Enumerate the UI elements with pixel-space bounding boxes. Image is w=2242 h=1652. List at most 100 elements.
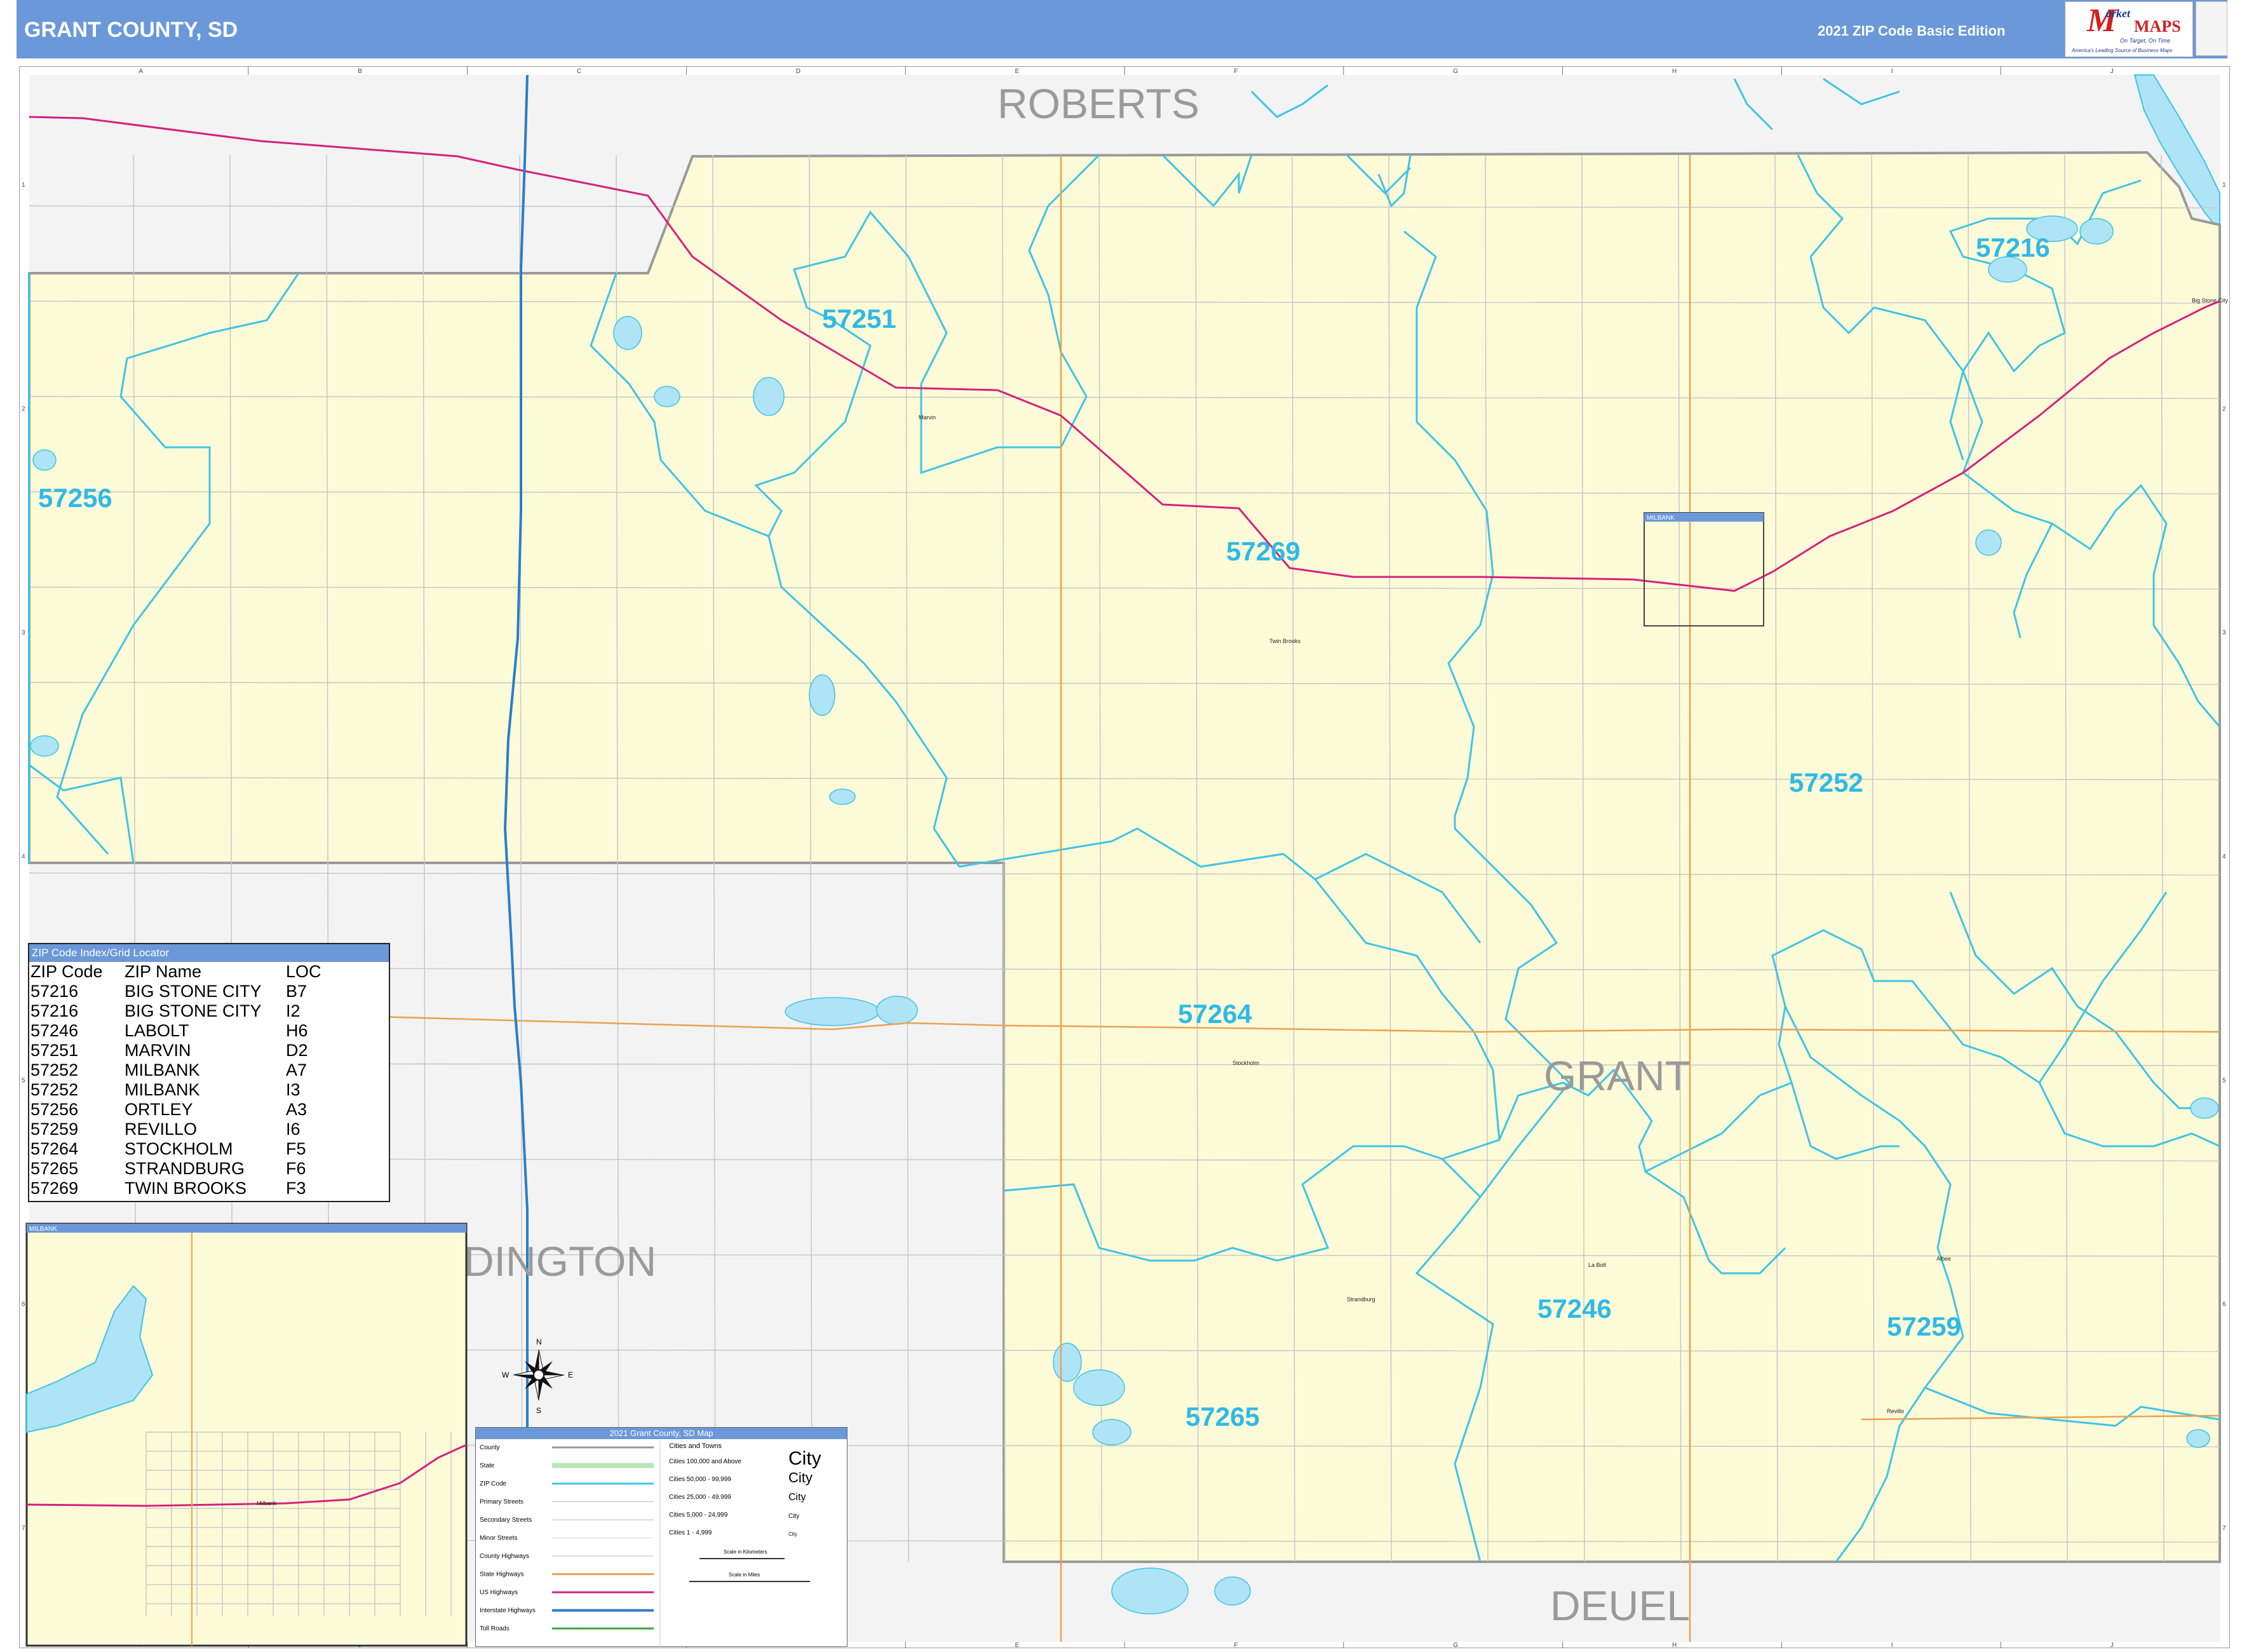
svg-text:N: N [536, 1337, 542, 1346]
svg-text:Milbank: Milbank [257, 1500, 277, 1506]
legend-city-sample: City [788, 1531, 797, 1537]
zip-index-header-row: ZIP Code ZIP Name LOC [30, 962, 321, 981]
zip-label-57259: 57259 [1887, 1311, 1961, 1341]
zip-index-table: ZIP Code Index/Grid Locator ZIP Code ZIP… [28, 943, 390, 1202]
legend-item: County [480, 1444, 500, 1451]
legend-city-sample: City [788, 1513, 799, 1520]
grid-col-label: G [1453, 68, 1458, 75]
county-label-codington: DINGTON [464, 1238, 656, 1285]
legend-item: State Highways [480, 1571, 523, 1578]
grid-row-label: 7 [2222, 1525, 2226, 1532]
grid-row-label: 2 [2222, 405, 2226, 412]
grid-row-label: 3 [2222, 630, 2226, 637]
town-stockholm: Stockholm [1232, 1060, 1259, 1066]
map-title: GRANT COUNTY, SD [24, 18, 238, 42]
grid-col-label: E [1015, 1642, 1020, 1648]
grid-col-label: C [577, 68, 581, 75]
county-label-grant: GRANT [1544, 1052, 1691, 1099]
town-revillo: Revillo [1887, 1408, 1904, 1414]
legend-city-tier: Cities 1 - 4,999 [669, 1529, 712, 1536]
contact-box [2196, 1, 2227, 56]
grid-row-label: 1 [2222, 182, 2226, 189]
legend-cities-title: Cities and Towns [669, 1442, 722, 1450]
svg-text:E: E [568, 1371, 573, 1379]
grid-col-label: J [2110, 1642, 2114, 1648]
zip-label-57251: 57251 [822, 304, 896, 334]
svg-text:Scale in Kilometers: Scale in Kilometers [724, 1549, 767, 1555]
milbank-inset-label: MILBANK [1647, 515, 1675, 522]
county-label-deuel: DEUEL [1550, 1582, 1690, 1629]
milbank-inset-map: MILBANK Milbank [25, 1222, 468, 1647]
county-map: AABBCCDDEEFFGGHHIIJJ 11223344556677 [19, 66, 2230, 1648]
grid-row-label: 4 [22, 853, 25, 860]
town-albee: Albee [1936, 1256, 1951, 1262]
zip-label-57269: 57269 [1226, 536, 1300, 566]
county-label-roberts: ROBERTS [997, 80, 1199, 127]
map-legend: 2021 Grant County, SD Map County State ZIP… [475, 1427, 848, 1648]
grid-row-label: 1 [22, 182, 25, 189]
grid-row-label: 3 [22, 630, 25, 637]
grid-col-label: G [1453, 1642, 1458, 1648]
town-marvin: Marvin [919, 414, 936, 421]
legend-city-tier: Cities 100,000 and Above [669, 1458, 741, 1465]
grid-col-label: E [1015, 68, 1020, 75]
table-row: 57252 MILBANK A7 [30, 1060, 307, 1080]
grid-col-label: H [1672, 1642, 1677, 1648]
zip-index-title: ZIP Code Index/Grid Locator [29, 944, 389, 962]
grid-col-label: H [1672, 68, 1677, 75]
header-bar: GRANT COUNTY, SD 2021 ZIP Code Basic Edi… [17, 0, 2227, 58]
legend-title: 2021 Grant County, SD Map [476, 1428, 847, 1439]
legend-city-tier: Cities 5,000 - 24,999 [669, 1512, 728, 1519]
town-twin-brooks: Twin Brooks [1269, 638, 1301, 644]
grid-row-label: 6 [22, 1301, 25, 1308]
legend-city-tier: Cities 50,000 - 99,999 [669, 1476, 731, 1483]
svg-text:Scale in Miles: Scale in Miles [729, 1572, 760, 1578]
legend-item: Secondary Streets [480, 1517, 532, 1524]
legend-city-tier: Cities 25,000 - 49,999 [669, 1494, 731, 1501]
grid-row-label: 2 [22, 405, 25, 412]
zip-label-57216: 57216 [1976, 233, 2050, 262]
town-la-bolt: La Bolt [1588, 1262, 1607, 1268]
legend-city-sample: City [788, 1448, 821, 1469]
grid-col-label: F [1234, 1642, 1238, 1648]
legend-item: Minor Streets [480, 1535, 517, 1542]
svg-text:W: W [502, 1371, 510, 1379]
grid-col-label: B [358, 68, 362, 75]
market-maps-logo: M arket MAPS On Target, On Time America'… [2065, 1, 2193, 57]
table-row: 57259 REVILLO I6 [30, 1120, 301, 1139]
legend-item: ZIP Code [480, 1480, 506, 1487]
legend-item: State [480, 1463, 495, 1470]
table-row: 57264 STOCKHOLM F5 [30, 1139, 306, 1158]
grid-row-label: 4 [2222, 853, 2226, 860]
table-row: 57246 LABOLT H6 [30, 1021, 308, 1040]
table-row: 57256 ORTLEY A3 [30, 1100, 307, 1119]
grid-col-label: A [138, 68, 143, 75]
zip-label-57246: 57246 [1537, 1294, 1612, 1324]
table-row: 57216 BIG STONE CITY B7 [30, 982, 307, 1001]
zip-label-57256: 57256 [38, 483, 112, 513]
grid-col-label: I [1891, 68, 1893, 75]
scale-bars: Scale in Kilometers Scale in Miles [689, 1549, 810, 1582]
grid-col-label: F [1234, 68, 1238, 75]
legend-item: County Highways [480, 1553, 529, 1560]
grid-col-label: J [2110, 68, 2114, 75]
legend-item: Toll Roads [480, 1625, 510, 1632]
table-row: 57269 TWIN BROOKS F3 [30, 1179, 306, 1198]
legend-city-sample: City [788, 1492, 806, 1503]
legend-body: County State ZIP Code Primary Streets Second… [480, 1440, 821, 1648]
edition-label: 2021 ZIP Code Basic Edition [1818, 23, 2006, 39]
grid-row-label: 6 [2222, 1301, 2226, 1308]
town-big-stone-city: Big Stone City [2192, 297, 2229, 304]
legend-item: US Highways [480, 1589, 518, 1596]
grid-row-label: 5 [22, 1077, 25, 1084]
grid-col-label: D [796, 68, 800, 75]
zip-label-57264: 57264 [1178, 999, 1252, 1029]
table-row: 57216 BIG STONE CITY I2 [30, 1001, 301, 1020]
legend-item: Interstate Highways [480, 1608, 536, 1615]
legend-item: Primary Streets [480, 1499, 523, 1506]
grid-row-label: 7 [22, 1525, 25, 1532]
town-strandburg: Strandburg [1347, 1296, 1375, 1303]
zip-label-57252: 57252 [1789, 768, 1863, 797]
table-row: 57265 STRANDBURG F6 [30, 1159, 306, 1178]
grid-row-label: 5 [2222, 1077, 2226, 1084]
